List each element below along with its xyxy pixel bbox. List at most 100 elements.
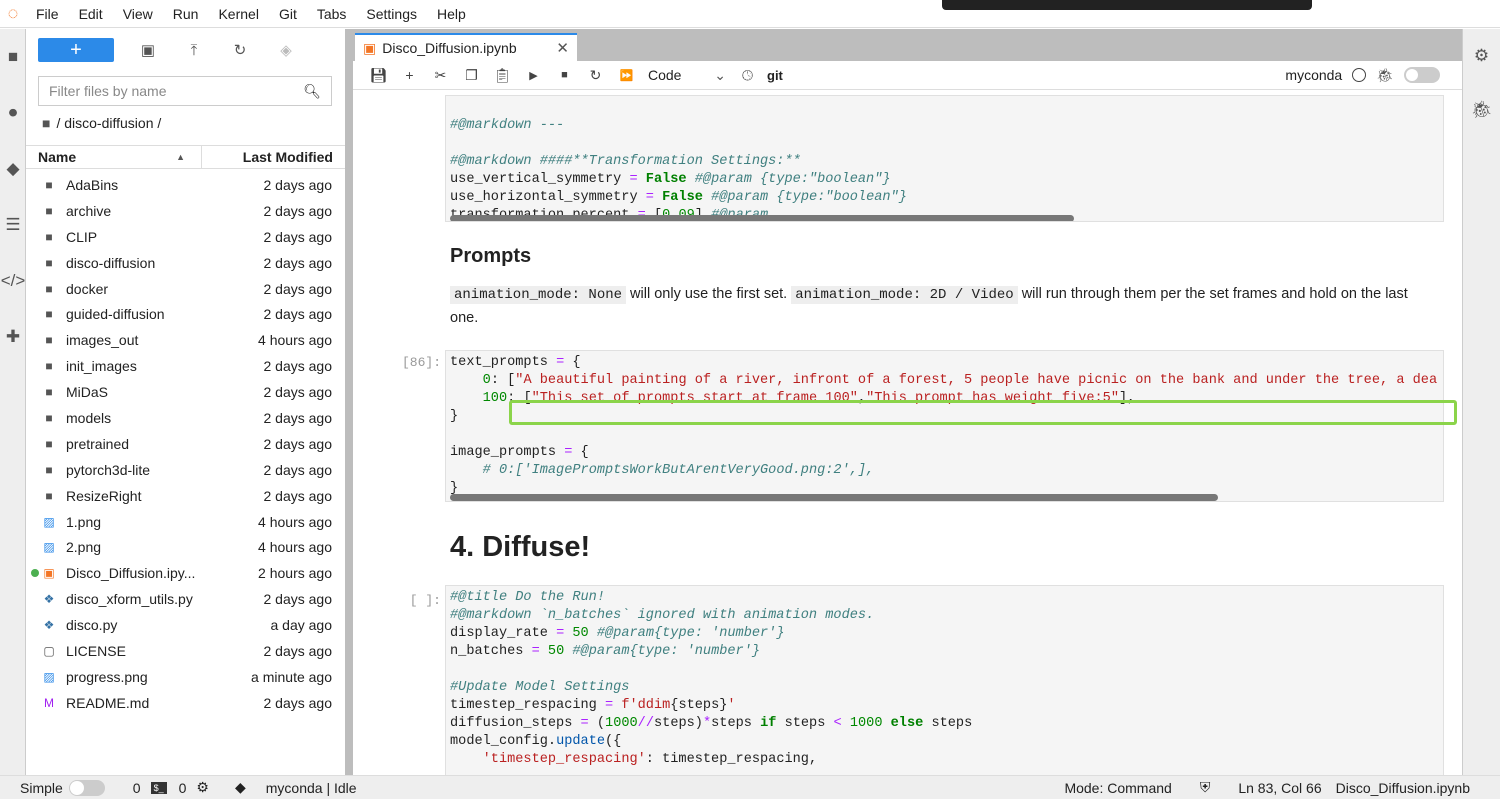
image-icon: ▨ — [43, 514, 55, 529]
extension-icon[interactable]: ✚ — [0, 309, 26, 365]
code-token: {steps} — [670, 698, 728, 713]
code-editor[interactable]: #@markdown --- #@markdown ####**Transform… — [446, 96, 1443, 221]
file-row[interactable]: ■ CLIP 2 days ago — [26, 224, 345, 250]
horizontal-scrollbar[interactable] — [450, 215, 1074, 221]
breadcrumb[interactable]: ■ / disco-diffusion / — [42, 115, 161, 131]
menu-help[interactable]: Help — [427, 6, 476, 22]
new-launcher-button[interactable]: + — [38, 38, 114, 62]
kernel-name[interactable]: myconda — [1285, 67, 1342, 83]
file-name: guided-diffusion — [66, 306, 165, 323]
git-icon[interactable]: ◆ — [0, 141, 26, 197]
file-row[interactable]: ■ archive 2 days ago — [26, 198, 345, 224]
simple-mode: Simple — [20, 779, 105, 796]
debugger-icon[interactable]: 🐞︎ — [1463, 83, 1500, 137]
run-all-icon[interactable]: ⏩ — [611, 69, 642, 82]
git-status-icon[interactable]: ◆ — [235, 779, 246, 796]
menu-settings[interactable]: Settings — [356, 6, 427, 22]
refresh-icon[interactable]: ↻ — [228, 41, 252, 59]
code-line: 'timestep_respacing': timestep_respacing… — [450, 751, 1443, 769]
file-row[interactable]: ▨ progress.png a minute ago — [26, 664, 345, 690]
file-row[interactable]: ■ guided-diffusion 2 days ago — [26, 301, 345, 327]
cell-type-select[interactable]: Code ⌄ — [642, 67, 732, 84]
file-row[interactable]: ▢ LICENSE 2 days ago — [26, 638, 345, 664]
folder-icon: ■ — [45, 229, 53, 244]
running-icon[interactable]: ⏺ — [0, 85, 26, 141]
filter-files-field[interactable]: 🔍︎ — [38, 76, 332, 106]
cut-icon[interactable]: ✂ — [425, 67, 456, 84]
git-button[interactable]: git — [767, 68, 783, 83]
property-inspector-icon[interactable]: ⚙ — [1463, 29, 1500, 83]
cursor-position[interactable]: Ln 83, Col 66 — [1238, 780, 1321, 796]
file-row[interactable]: ■ pytorch3d-lite 2 days ago — [26, 457, 345, 483]
name-column-header[interactable]: Name ▲ — [26, 146, 202, 168]
file-row[interactable]: ■ docker 2 days ago — [26, 276, 345, 302]
last-modified-column-header[interactable]: Last Modified — [202, 146, 345, 168]
menu-kernel[interactable]: Kernel — [208, 6, 268, 22]
copy-icon[interactable]: ❐ — [456, 67, 487, 84]
file-row[interactable]: ■ MiDaS 2 days ago — [26, 379, 345, 405]
kernel-status[interactable]: myconda | Idle — [266, 780, 357, 796]
menu-git[interactable]: Git — [269, 6, 307, 22]
toc-icon[interactable]: ☰ — [0, 197, 26, 253]
menu-tabs[interactable]: Tabs — [307, 6, 357, 22]
file-row[interactable]: ❖ disco_xform_utils.py 2 days ago — [26, 586, 345, 612]
name-label: Name — [38, 149, 77, 165]
folder-icon[interactable]: ■ — [0, 29, 26, 85]
code-line: display_rate = 50 #@param{type: 'number'… — [450, 625, 1443, 643]
save-icon[interactable]: 💾︎ — [363, 67, 394, 84]
file-row[interactable]: ■ AdaBins 2 days ago — [26, 172, 345, 198]
code-cell[interactable]: #@title Do the Run! #@markdown `n_batches… — [445, 585, 1444, 775]
terminals-count[interactable]: 0 $_ — [133, 780, 167, 796]
image-icon: ▨ — [43, 540, 55, 555]
file-row[interactable]: ■ disco-diffusion 2 days ago — [26, 250, 345, 276]
filter-files-input[interactable] — [49, 83, 289, 99]
upload-icon[interactable]: ⤒ — [182, 42, 206, 59]
file-name: ResizeRight — [66, 487, 142, 504]
file-row[interactable]: ▨ 2.png 4 hours ago — [26, 534, 345, 560]
close-icon[interactable]: ✕ — [556, 39, 569, 57]
file-row[interactable]: ■ init_images 2 days ago — [26, 353, 345, 379]
file-row[interactable]: ▨ 1.png 4 hours ago — [26, 509, 345, 535]
code-editor[interactable]: #@title Do the Run! #@markdown `n_batches… — [446, 586, 1443, 769]
insert-cell-icon[interactable]: + — [394, 67, 425, 83]
kernels-count[interactable]: 0 ⚙ — [179, 779, 209, 796]
horizontal-scrollbar[interactable] — [450, 494, 1218, 501]
menu-view[interactable]: View — [113, 6, 163, 22]
file-row[interactable]: ■ pretrained 2 days ago — [26, 431, 345, 457]
restart-icon[interactable]: ↻ — [580, 67, 611, 84]
tab-disco-diffusion[interactable]: ▣ Disco_Diffusion.ipynb ✕ — [355, 33, 577, 61]
menu-file[interactable]: File — [26, 6, 69, 22]
debugger-icon[interactable]: 🐞︎ — [1376, 67, 1394, 84]
folder-icon: ■ — [45, 333, 53, 348]
clock-icon[interactable]: 🕓︎ — [732, 67, 763, 84]
file-row[interactable]: ■ ResizeRight 2 days ago — [26, 483, 345, 509]
menu-run[interactable]: Run — [163, 6, 209, 22]
file-icon: ▢ — [43, 643, 55, 658]
file-row[interactable]: ■ models 2 days ago — [26, 405, 345, 431]
markdown-heading: 4. Diffuse! — [450, 531, 591, 563]
run-icon[interactable]: ▶ — [518, 69, 549, 82]
code-cell[interactable]: #@markdown --- #@markdown ####**Transform… — [445, 95, 1444, 222]
new-folder-icon[interactable]: ▣ — [136, 41, 160, 59]
menu-edit[interactable]: Edit — [69, 6, 113, 22]
debugger-toggle[interactable] — [1404, 67, 1440, 83]
file-name: LICENSE — [66, 642, 126, 659]
code-cell[interactable]: text_prompts = { 0: ["A beautiful painti… — [445, 350, 1444, 502]
code-token: steps — [923, 716, 973, 731]
file-row[interactable]: M README.md 2 days ago — [26, 690, 345, 716]
code-token: steps — [711, 716, 761, 731]
paste-icon[interactable]: 📋︎ — [487, 67, 518, 84]
stop-icon[interactable]: ■ — [549, 69, 580, 81]
panel-splitter[interactable] — [345, 29, 353, 775]
trusted-shield-icon[interactable]: ⛨ — [1200, 779, 1211, 796]
file-row[interactable]: ■ images_out 4 hours ago — [26, 327, 345, 353]
simple-mode-toggle[interactable] — [68, 779, 105, 796]
git-clone-icon[interactable]: ◈ — [274, 41, 298, 59]
file-row[interactable]: ▣ Disco_Diffusion.ipy... 2 hours ago — [26, 560, 345, 586]
code-icon[interactable]: </> — [0, 253, 26, 309]
file-name: archive — [66, 202, 112, 219]
file-row[interactable]: ❖ disco.py a day ago — [26, 612, 345, 638]
